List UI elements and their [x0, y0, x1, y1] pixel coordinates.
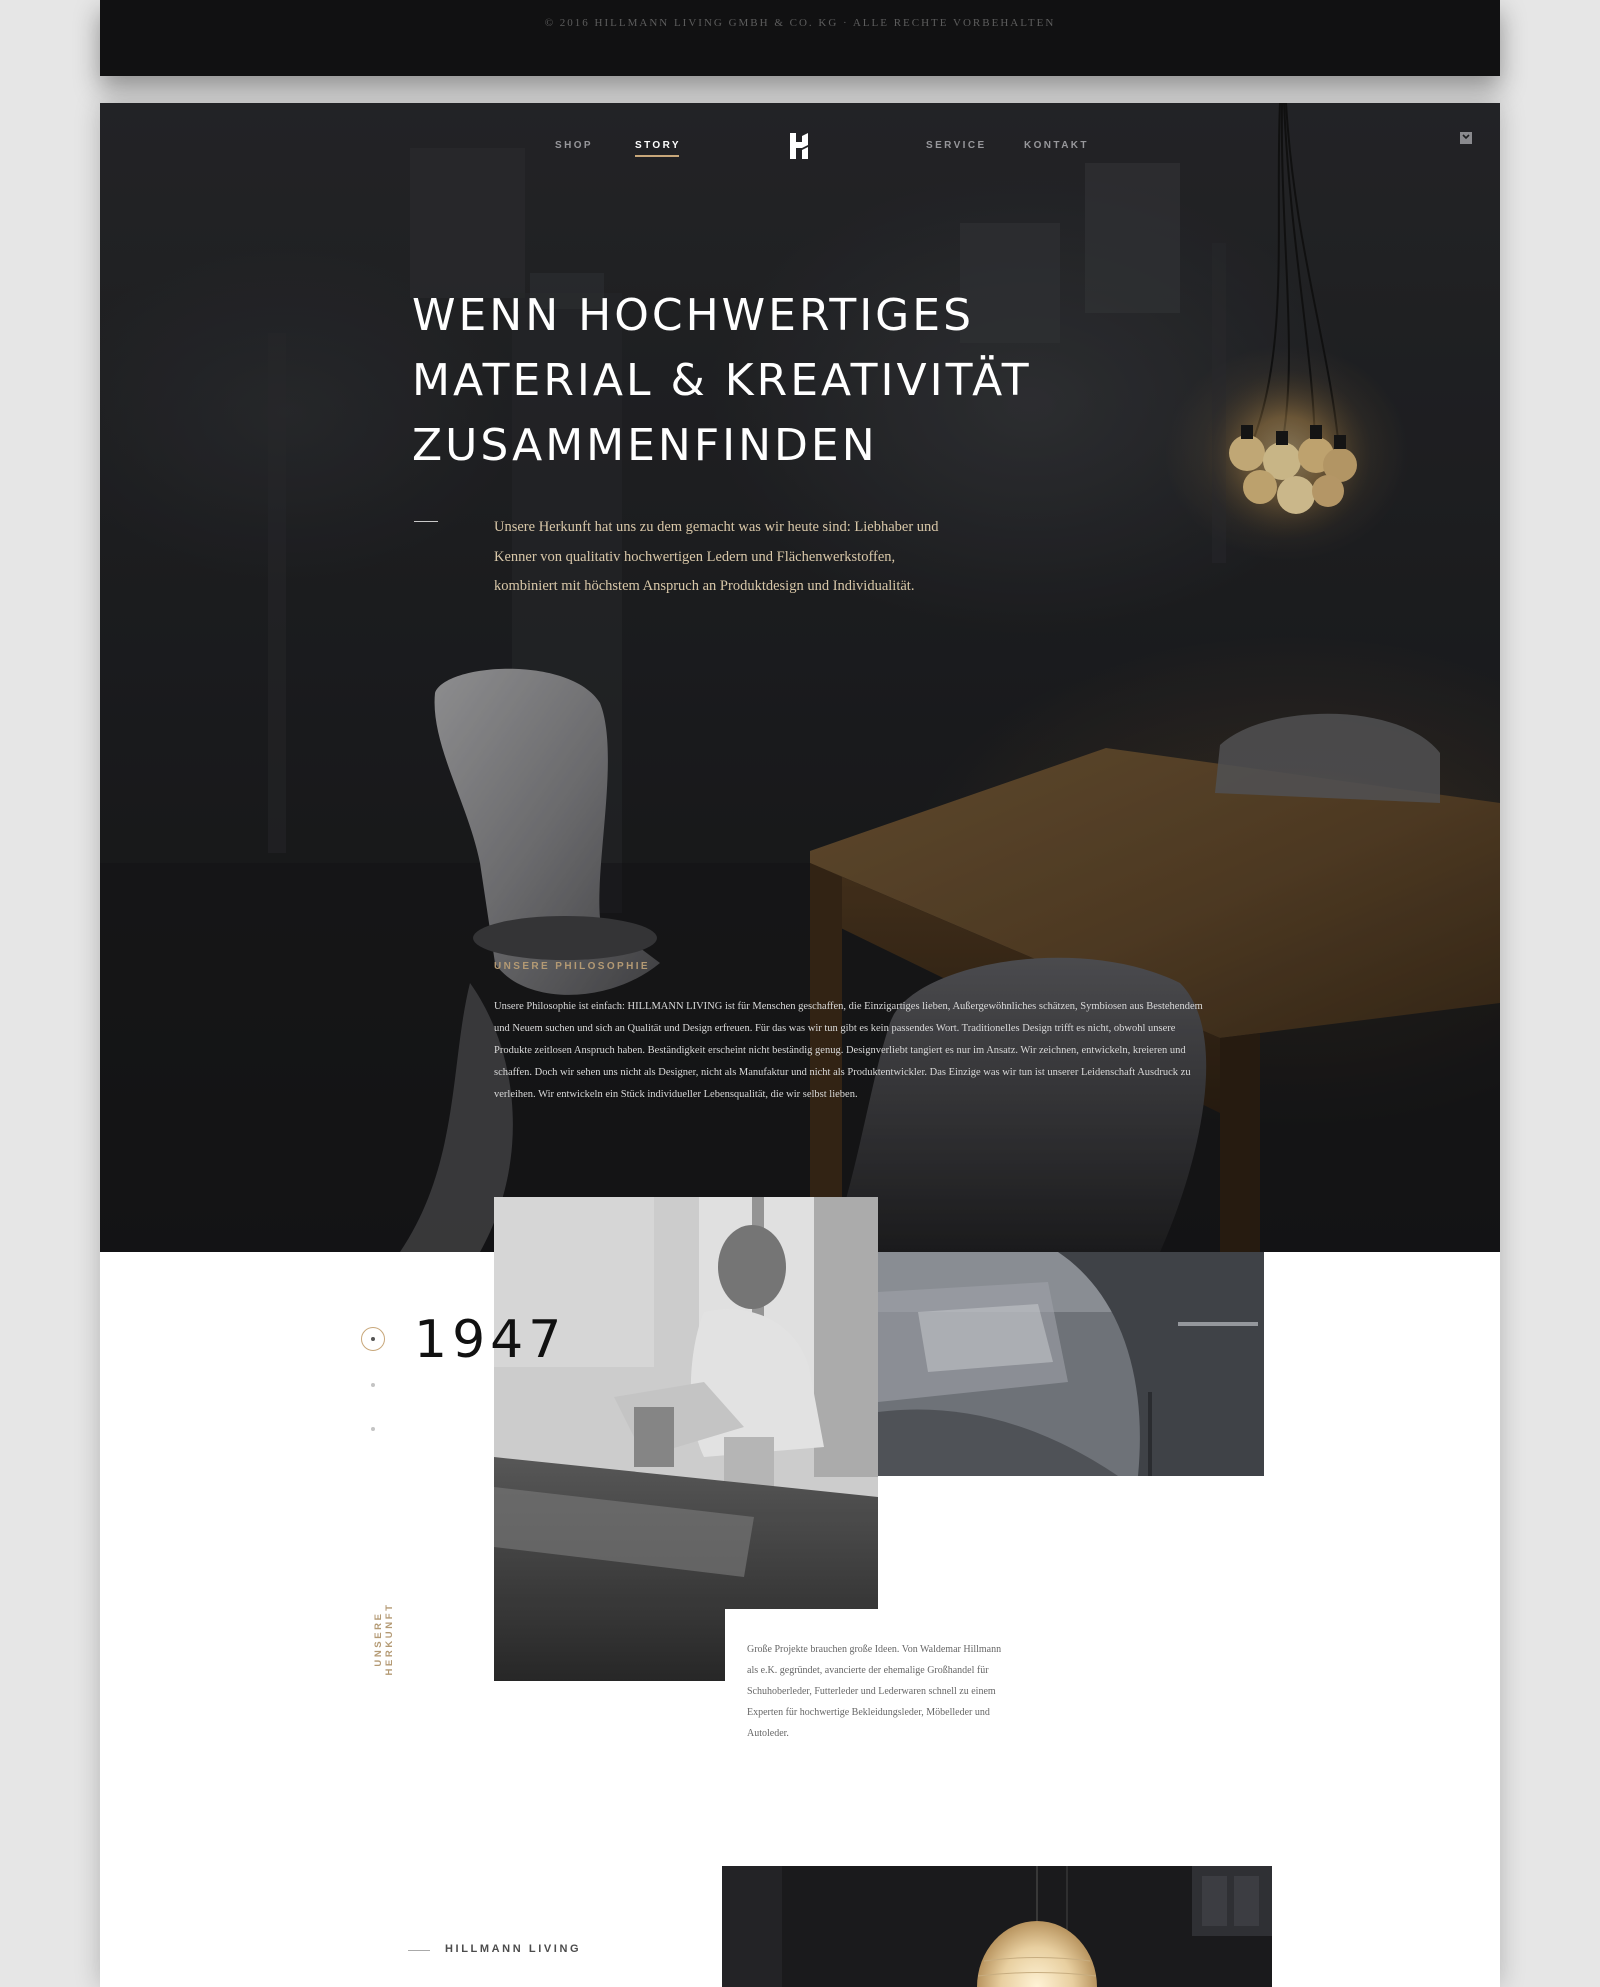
nav-story[interactable]: STORY	[635, 140, 681, 157]
hero-headline: WENN HOCHWERTIGES MATERIAL & KREATIVITÄT…	[412, 290, 1032, 471]
origin-section-label: UNSERE HERKUNFT	[373, 1602, 395, 1676]
nav-shop[interactable]: SHOP	[555, 140, 593, 151]
philosophy-text: Unsere Philosophie ist einfach: HILLMANN…	[494, 1001, 1203, 1100]
copyright-text: © 2016 HILLMANN LIVING GMBH & CO. KG · A…	[544, 17, 1056, 29]
hero-section: SHOP STORY SERVICE KONTAKT WENN HOCHWERT…	[100, 103, 1500, 1252]
timeline-dot-2[interactable]	[371, 1383, 375, 1387]
cart-icon[interactable]	[1460, 132, 1472, 144]
brand-label: HILLMANN LIVING	[445, 1943, 582, 1955]
timeline-year: 1947	[414, 1310, 567, 1370]
intro-divider	[414, 521, 438, 522]
timeline-dot-3[interactable]	[371, 1427, 375, 1431]
footer-bar: © 2016 HILLMANN LIVING GMBH & CO. KG · A…	[100, 0, 1500, 76]
brand-divider	[408, 1950, 430, 1951]
timeline-dot-1947[interactable]	[361, 1327, 385, 1351]
story-page: SHOP STORY SERVICE KONTAKT WENN HOCHWERT…	[100, 103, 1500, 1987]
archive-photo-warehouse	[878, 1252, 1264, 1476]
showroom-photo	[722, 1866, 1272, 1987]
nav-kontakt[interactable]: KONTAKT	[1024, 140, 1089, 151]
nav-service[interactable]: SERVICE	[926, 140, 987, 151]
hillmann-logo-icon[interactable]	[787, 131, 811, 161]
origin-text: Große Projekte brauchen große Ideen. Von…	[747, 1644, 1002, 1739]
hero-intro-text: Unsere Herkunft hat uns zu dem gemacht w…	[494, 519, 939, 594]
philosophy-label: UNSERE PHILOSOPHIE	[494, 961, 650, 972]
